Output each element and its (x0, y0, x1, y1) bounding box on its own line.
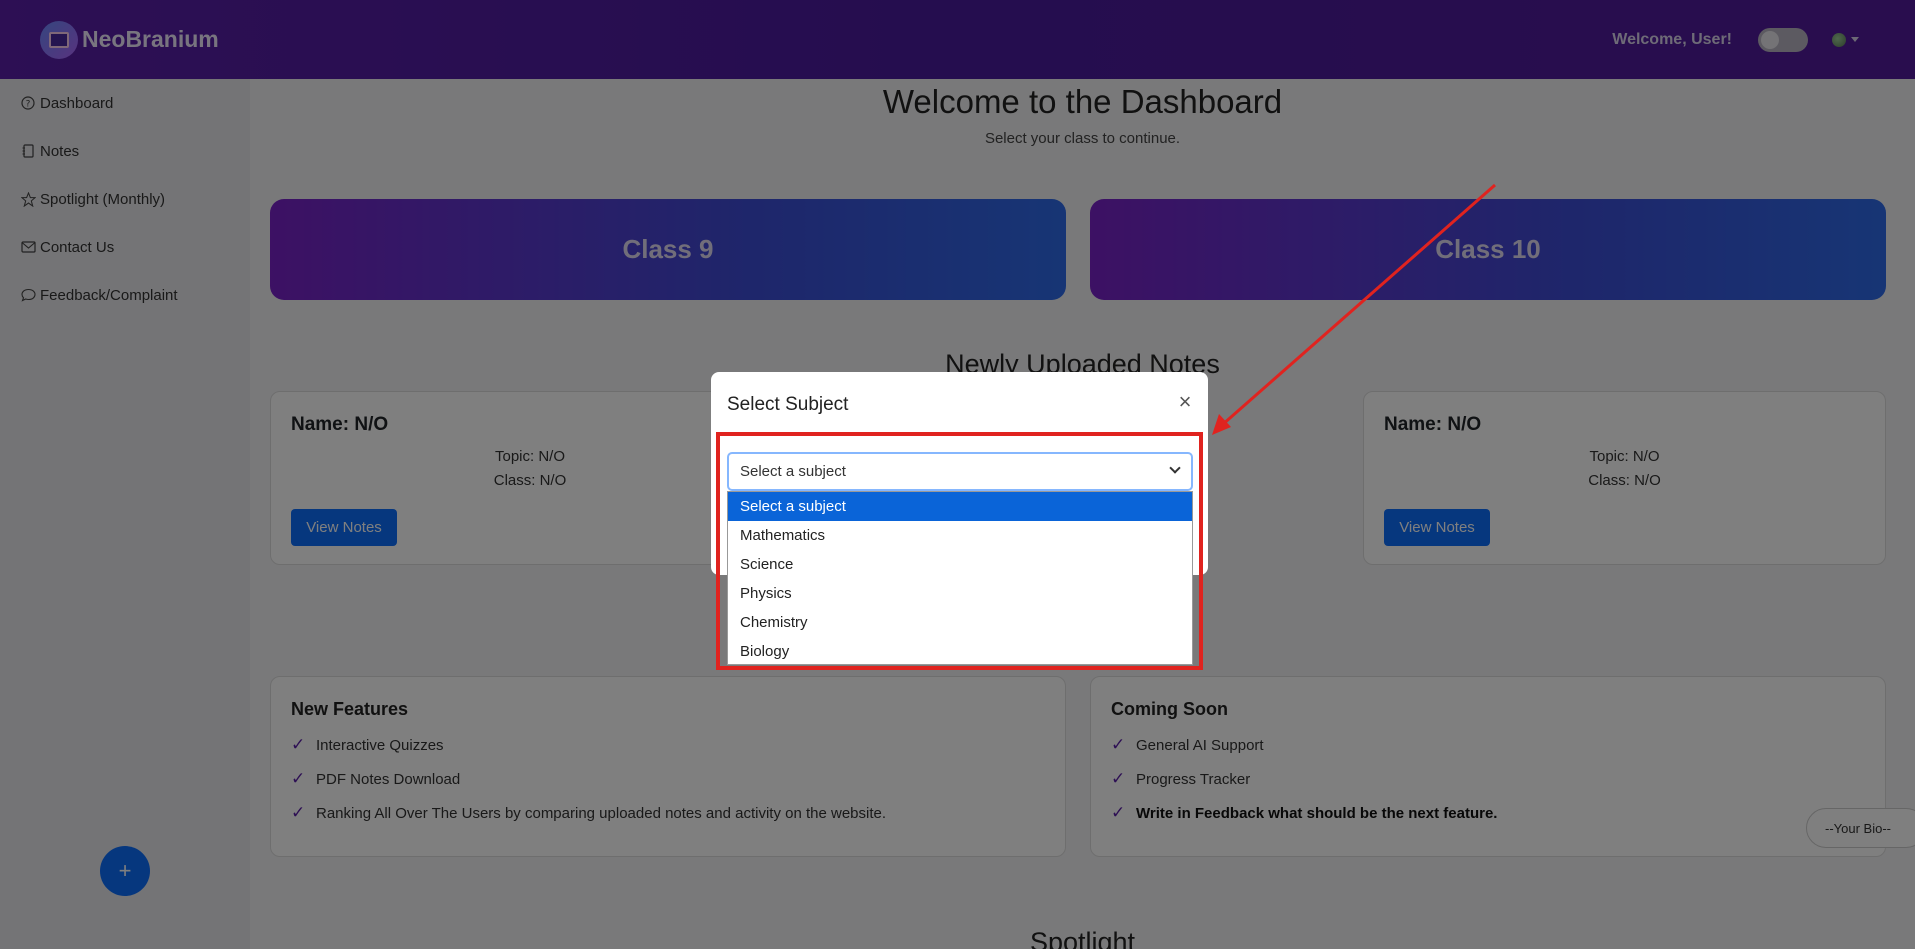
annotation-highlight-box (716, 432, 1203, 670)
modal-title: Select Subject (727, 394, 849, 415)
close-icon[interactable]: × (1173, 389, 1197, 414)
